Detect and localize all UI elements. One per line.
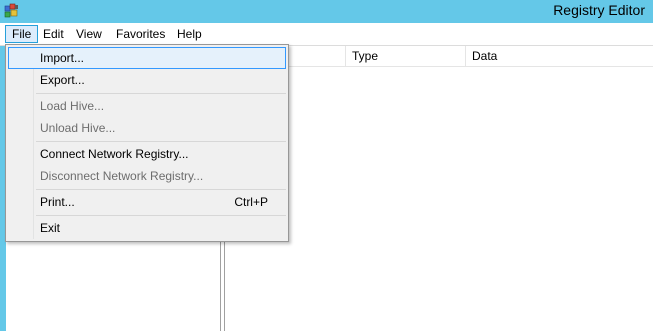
- menu-item-label: Import...: [40, 51, 85, 65]
- window-title: Registry Editor: [553, 2, 645, 18]
- menu-item-unload-hive: Unload Hive...: [8, 117, 286, 139]
- menu-file[interactable]: File: [5, 25, 39, 43]
- menu-item-label: Load Hive...: [40, 99, 105, 113]
- menu-separator: [36, 141, 286, 142]
- column-header-data[interactable]: Data: [466, 46, 653, 66]
- menu-item-print[interactable]: Print... Ctrl+P: [8, 191, 286, 213]
- menu-item-disconnect-network-registry: Disconnect Network Registry...: [8, 165, 286, 187]
- menu-favorites[interactable]: Favorites: [110, 25, 171, 43]
- menu-edit[interactable]: Edit: [37, 25, 70, 43]
- menu-item-label: Export...: [40, 73, 85, 87]
- menu-separator: [36, 93, 286, 94]
- menu-item-import[interactable]: Import...: [8, 47, 286, 69]
- menu-item-exit[interactable]: Exit: [8, 217, 286, 239]
- registry-editor-window: Registry Editor File Edit View Favorites…: [0, 0, 653, 331]
- menu-help[interactable]: Help: [171, 25, 208, 43]
- title-bar[interactable]: Registry Editor: [0, 0, 653, 23]
- menu-separator: [36, 215, 286, 216]
- menu-item-label: Connect Network Registry...: [40, 147, 189, 161]
- column-header-type[interactable]: Type: [346, 46, 466, 66]
- file-menu-dropdown: Import... Export... Load Hive... Unload …: [5, 44, 289, 242]
- menu-separator: [36, 189, 286, 190]
- menu-bar: File Edit View Favorites Help: [0, 23, 653, 46]
- menu-item-load-hive: Load Hive...: [8, 95, 286, 117]
- value-list-header: Type Data: [226, 46, 653, 67]
- menu-item-label: Disconnect Network Registry...: [40, 169, 204, 183]
- menu-item-label: Exit: [40, 221, 61, 235]
- menu-item-label: Unload Hive...: [40, 121, 116, 135]
- menu-item-connect-network-registry[interactable]: Connect Network Registry...: [8, 143, 286, 165]
- menu-item-label: Print...: [40, 195, 75, 209]
- menu-item-shortcut: Ctrl+P: [234, 195, 268, 209]
- menu-view[interactable]: View: [70, 25, 108, 43]
- menu-item-export[interactable]: Export...: [8, 69, 286, 91]
- registry-editor-icon[interactable]: [4, 3, 20, 19]
